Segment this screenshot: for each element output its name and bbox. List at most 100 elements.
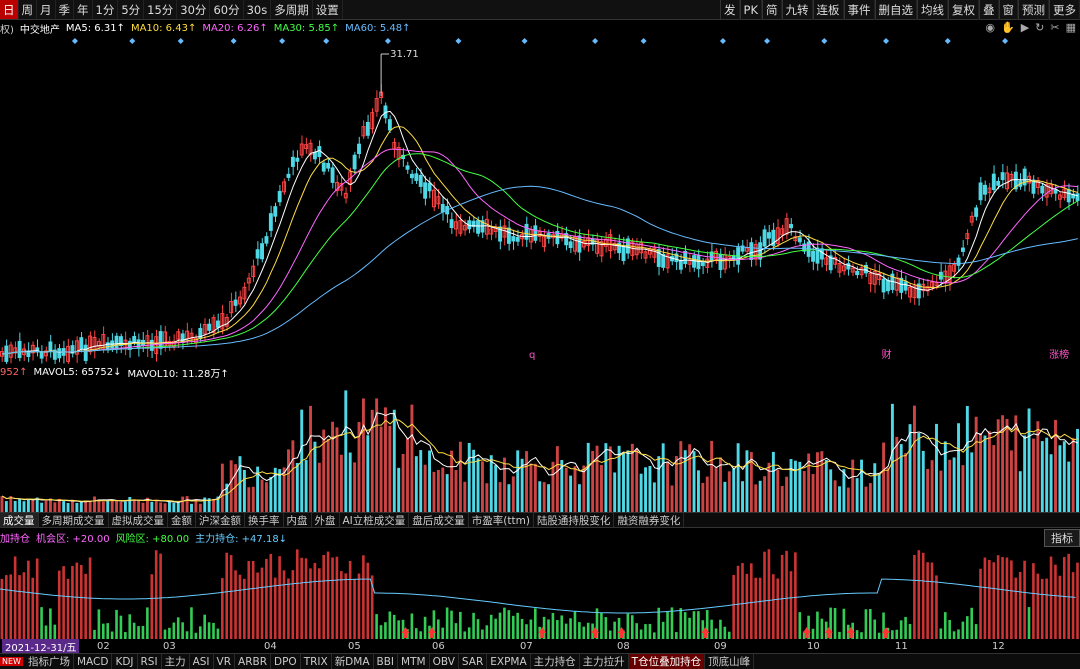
period-button[interactable]: 多周期	[271, 0, 313, 19]
toolbar-right-button[interactable]: 更多	[1049, 0, 1080, 20]
indicator-bar	[578, 622, 581, 639]
volume-tab[interactable]: 成交量	[0, 513, 39, 527]
volume-bar	[97, 499, 101, 512]
event-marker[interactable]: 财	[882, 348, 892, 361]
toolbar-right-button[interactable]: 九转	[781, 0, 813, 20]
indicator-bar	[101, 623, 105, 639]
period-button[interactable]: 周	[19, 0, 37, 19]
candle-body	[418, 175, 423, 187]
indicator-tab[interactable]: SAR	[459, 654, 488, 669]
indicator-tab[interactable]: DPO	[271, 654, 301, 669]
indicator-tab[interactable]: EXPMA	[487, 654, 531, 669]
volume-tab[interactable]: AI立桩成交量	[340, 513, 410, 527]
toolbar-right-button[interactable]: 均线	[917, 0, 948, 20]
indicator-chart[interactable]	[0, 545, 1080, 639]
indicator-tab[interactable]: ARBR	[235, 654, 271, 669]
toolbar-right-button[interactable]: 发	[720, 0, 740, 20]
volume-tab[interactable]: 外盘	[312, 513, 340, 527]
indicator-tab[interactable]: 主力	[162, 654, 190, 669]
grid-icon[interactable]: ▦	[1066, 21, 1076, 35]
toolbar-right-button[interactable]: 简	[762, 0, 782, 20]
volume-tab[interactable]: 融资融券变化	[614, 513, 685, 527]
candle-body	[132, 336, 137, 343]
volume-bar	[679, 441, 683, 512]
event-diamond	[1002, 38, 1009, 44]
period-button[interactable]: 月	[37, 0, 56, 19]
indicator-bar	[247, 561, 251, 639]
toolbar-right-button[interactable]: 事件	[843, 0, 875, 20]
candle-body	[427, 182, 432, 192]
indicator-tab[interactable]: KDJ	[112, 654, 138, 669]
indicator-tab[interactable]: MTM	[398, 654, 430, 669]
indicator-tab[interactable]: T仓位叠加持仓	[628, 654, 706, 669]
volume-bar	[648, 465, 652, 512]
indicator-bar	[820, 618, 824, 639]
toolbar-right-button[interactable]: 叠	[979, 0, 999, 20]
event-marker[interactable]: 涨榜	[1049, 348, 1069, 361]
volume-bar	[366, 435, 370, 512]
eye-icon[interactable]: ◉	[985, 21, 995, 35]
volume-bar	[168, 501, 171, 512]
toolbar-right-button[interactable]: 删自选	[874, 0, 917, 20]
toolbar-right-button[interactable]: 窗	[998, 0, 1018, 20]
indicator-tab[interactable]: RSI	[138, 654, 162, 669]
indicator-bar	[869, 609, 872, 639]
indicator-tab[interactable]: VR	[214, 654, 236, 669]
period-button[interactable]: 60分	[210, 0, 244, 19]
scissors-icon[interactable]: ✂	[1050, 21, 1059, 35]
period-button[interactable]: 设置	[313, 0, 343, 19]
indicator-tab[interactable]: MACD	[74, 654, 113, 669]
indicator-bar	[273, 577, 277, 639]
volume-bar	[899, 444, 903, 512]
toolbar-right-button[interactable]: PK	[739, 0, 762, 20]
volume-tab[interactable]: 沪深金额	[196, 513, 245, 527]
volume-tab[interactable]: 换手率	[245, 513, 284, 527]
period-button[interactable]: 1分	[93, 0, 119, 19]
volume-tab[interactable]: 虚拟成交量	[109, 513, 168, 527]
hand-icon[interactable]: ✋	[1001, 21, 1015, 35]
volume-tab[interactable]: 市盈率(ttm)	[469, 513, 534, 527]
indicator-bar	[472, 612, 475, 639]
toolbar-right-button[interactable]: 预测	[1018, 0, 1049, 20]
indicator-tab[interactable]: TRIX	[301, 654, 332, 669]
period-button[interactable]: 年	[74, 0, 93, 19]
volume-tab[interactable]: 多周期成交量	[39, 513, 109, 527]
volume-bar	[877, 474, 881, 512]
indicator-bar	[110, 631, 114, 639]
indicator-tab[interactable]: 顶底山峰	[705, 654, 755, 669]
volume-bar	[401, 453, 405, 512]
indicator-bar	[216, 628, 220, 639]
volume-tab[interactable]: 金额	[168, 513, 196, 527]
replay-icon[interactable]: ↻	[1035, 21, 1044, 35]
volume-tab[interactable]: 盘后成交量	[409, 513, 469, 527]
indicator-tab[interactable]: BBI	[374, 654, 399, 669]
volume-bar	[551, 461, 555, 512]
indicator-tab[interactable]: 主力拉升	[580, 654, 629, 669]
period-button[interactable]: 日	[0, 0, 19, 19]
volume-chart[interactable]	[0, 380, 1080, 512]
volume-bar	[450, 450, 454, 512]
indicator-tab[interactable]: OBV	[430, 654, 459, 669]
period-button[interactable]: 15分	[144, 0, 178, 19]
period-button[interactable]: 季	[56, 0, 74, 19]
indicator-tab[interactable]: 主力持仓	[531, 654, 580, 669]
period-button[interactable]: 30s	[244, 0, 272, 19]
indicator-tab[interactable]: 指标广场	[25, 654, 74, 669]
volume-tab[interactable]: 内盘	[284, 513, 312, 527]
event-marker[interactable]: q	[529, 350, 535, 361]
volume-bar	[18, 499, 22, 512]
price-chart[interactable]: 31.71 q 财 涨榜	[0, 36, 1080, 364]
indicator-bar	[891, 630, 894, 639]
indicator-tab[interactable]: 新DMA	[332, 654, 374, 669]
month-tick: 07	[520, 640, 533, 652]
play-icon[interactable]: ▶	[1021, 21, 1029, 35]
period-button[interactable]: 5分	[118, 0, 145, 19]
volume-tabs: 成交量 多周期成交量 虚拟成交量 金额 沪深金额 换手率 内盘 外盘 AI立桩成交量 盘后成交量市…	[0, 512, 1080, 528]
indicator-tab[interactable]: ASI	[190, 654, 214, 669]
toolbar-right-button[interactable]: 连板	[812, 0, 844, 20]
toolbar-right-button[interactable]: 复权	[948, 0, 979, 20]
indicator-bar	[666, 611, 669, 639]
volume-tab[interactable]: 陆股通持股变化	[534, 513, 615, 527]
indicator-bar	[864, 609, 868, 639]
period-button[interactable]: 30分	[177, 0, 211, 19]
